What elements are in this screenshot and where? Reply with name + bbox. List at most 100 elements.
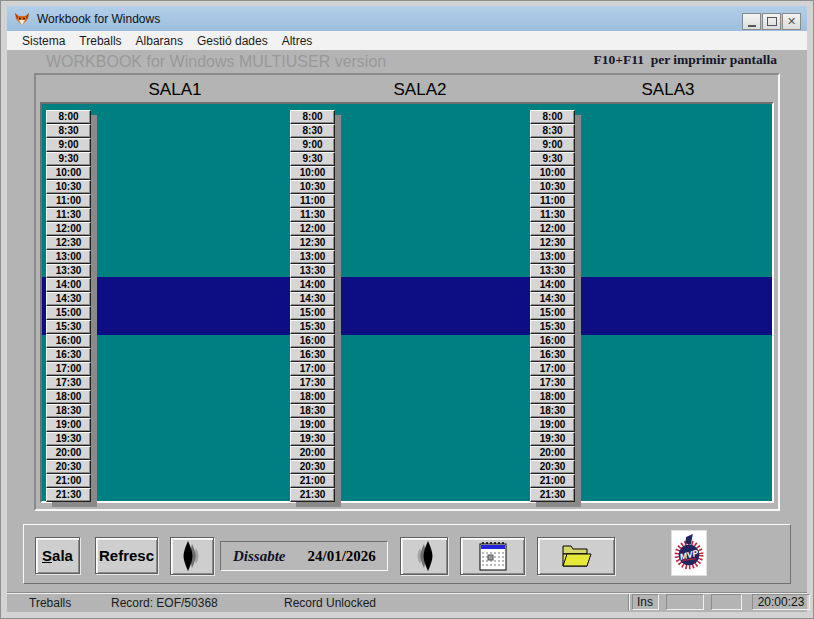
- time-slot-button[interactable]: 13:30: [530, 264, 575, 278]
- time-slot-button[interactable]: 15:30: [290, 320, 335, 334]
- time-slot-button[interactable]: 20:30: [530, 460, 575, 474]
- time-slot-button[interactable]: 15:30: [46, 320, 91, 334]
- maximize-button[interactable]: [762, 13, 781, 30]
- time-slot-button[interactable]: 16:00: [530, 334, 575, 348]
- refresc-button[interactable]: Refresc: [95, 537, 158, 574]
- time-slot-button[interactable]: 16:30: [290, 348, 335, 362]
- time-slot-button[interactable]: 11:00: [530, 194, 575, 208]
- time-slot-button[interactable]: 18:00: [530, 390, 575, 404]
- open-folder-button[interactable]: [537, 537, 615, 575]
- time-slot-button[interactable]: 17:30: [290, 376, 335, 390]
- time-slot-button[interactable]: 9:30: [290, 152, 335, 166]
- time-slot-button[interactable]: 9:30: [530, 152, 575, 166]
- previous-day-button[interactable]: [170, 537, 214, 575]
- time-slot-button[interactable]: 12:30: [46, 236, 91, 250]
- time-slot-button[interactable]: 12:30: [530, 236, 575, 250]
- time-slot-button[interactable]: 21:00: [530, 474, 575, 488]
- time-slot-button[interactable]: 11:30: [46, 208, 91, 222]
- time-slot-button[interactable]: 15:00: [530, 306, 575, 320]
- time-slot-button[interactable]: 10:30: [290, 180, 335, 194]
- time-slot-button[interactable]: 21:00: [290, 474, 335, 488]
- time-slot-button[interactable]: 8:30: [530, 124, 575, 138]
- time-slot-button[interactable]: 17:00: [290, 362, 335, 376]
- time-slot-button[interactable]: 20:00: [46, 446, 91, 460]
- time-slot-button[interactable]: 14:00: [290, 278, 335, 292]
- time-slot-button[interactable]: 17:00: [46, 362, 91, 376]
- time-slot-button[interactable]: 10:30: [46, 180, 91, 194]
- time-slot-button[interactable]: 14:00: [530, 278, 575, 292]
- time-slot-button[interactable]: 11:30: [290, 208, 335, 222]
- menu-item-treballs[interactable]: Treballs: [72, 34, 128, 48]
- prev-diamond-icon: [179, 541, 205, 571]
- app-version-text: WORKBOOK for Windows MULTIUSER version: [46, 53, 386, 71]
- time-slot-button[interactable]: 9:00: [530, 138, 575, 152]
- time-slot-button[interactable]: 15:00: [290, 306, 335, 320]
- time-slot-button[interactable]: 12:30: [290, 236, 335, 250]
- minimize-button[interactable]: [742, 13, 761, 30]
- time-slot-button[interactable]: 19:30: [290, 432, 335, 446]
- time-slot-button[interactable]: 8:00: [290, 110, 335, 124]
- time-slot-button[interactable]: 17:00: [530, 362, 575, 376]
- time-slot-button[interactable]: 20:00: [530, 446, 575, 460]
- time-slot-button[interactable]: 14:30: [46, 292, 91, 306]
- time-slot-button[interactable]: 10:30: [530, 180, 575, 194]
- time-slot-button[interactable]: 19:00: [290, 418, 335, 432]
- menu-item-gestió-dades[interactable]: Gestió dades: [190, 34, 275, 48]
- time-slot-button[interactable]: 18:30: [530, 404, 575, 418]
- time-slot-button[interactable]: 15:30: [530, 320, 575, 334]
- time-slot-button[interactable]: 16:30: [46, 348, 91, 362]
- time-slot-button[interactable]: 14:00: [46, 278, 91, 292]
- time-slot-button[interactable]: 10:00: [530, 166, 575, 180]
- time-slot-button[interactable]: 8:30: [46, 124, 91, 138]
- time-slot-button[interactable]: 16:30: [530, 348, 575, 362]
- time-slot-button[interactable]: 9:00: [46, 138, 91, 152]
- time-slot-button[interactable]: 14:30: [530, 292, 575, 306]
- sala-button[interactable]: Sala: [35, 537, 80, 574]
- time-slot-button[interactable]: 10:00: [290, 166, 335, 180]
- time-slot-button[interactable]: 17:30: [530, 376, 575, 390]
- time-slot-button[interactable]: 20:00: [290, 446, 335, 460]
- time-slot-button[interactable]: 11:00: [46, 194, 91, 208]
- time-slot-button[interactable]: 8:00: [530, 110, 575, 124]
- time-slot-button[interactable]: 13:30: [46, 264, 91, 278]
- time-slot-button[interactable]: 21:30: [290, 488, 335, 502]
- time-slot-button[interactable]: 21:00: [46, 474, 91, 488]
- time-slot-button[interactable]: 12:00: [46, 222, 91, 236]
- time-slot-button[interactable]: 18:00: [46, 390, 91, 404]
- time-slot-button[interactable]: 16:00: [290, 334, 335, 348]
- time-slot-button[interactable]: 11:00: [290, 194, 335, 208]
- time-slot-button[interactable]: 20:30: [290, 460, 335, 474]
- time-slot-button[interactable]: 19:30: [530, 432, 575, 446]
- time-slot-button[interactable]: 20:30: [46, 460, 91, 474]
- time-slot-button[interactable]: 19:00: [46, 418, 91, 432]
- menu-item-albarans[interactable]: Albarans: [129, 34, 190, 48]
- time-slot-button[interactable]: 8:00: [46, 110, 91, 124]
- time-slot-button[interactable]: 13:00: [530, 250, 575, 264]
- time-slot-button[interactable]: 15:00: [46, 306, 91, 320]
- time-slot-button[interactable]: 21:30: [46, 488, 91, 502]
- time-slot-button[interactable]: 18:30: [290, 404, 335, 418]
- time-slot-button[interactable]: 19:30: [46, 432, 91, 446]
- time-slot-button[interactable]: 18:00: [290, 390, 335, 404]
- time-slot-button[interactable]: 14:30: [290, 292, 335, 306]
- menu-item-sistema[interactable]: Sistema: [15, 34, 72, 48]
- time-slot-button[interactable]: 13:30: [290, 264, 335, 278]
- time-slot-button[interactable]: 19:00: [530, 418, 575, 432]
- time-slot-button[interactable]: 17:30: [46, 376, 91, 390]
- time-slot-button[interactable]: 18:30: [46, 404, 91, 418]
- time-slot-button[interactable]: 10:00: [46, 166, 91, 180]
- time-slot-button[interactable]: 8:30: [290, 124, 335, 138]
- close-button[interactable]: ✕: [782, 13, 801, 30]
- next-day-button[interactable]: [400, 537, 448, 575]
- time-slot-button[interactable]: 12:00: [530, 222, 575, 236]
- time-slot-button[interactable]: 21:30: [530, 488, 575, 502]
- time-slot-button[interactable]: 13:00: [46, 250, 91, 264]
- time-slot-button[interactable]: 9:00: [290, 138, 335, 152]
- time-slot-button[interactable]: 11:30: [530, 208, 575, 222]
- menu-item-altres[interactable]: Altres: [275, 34, 320, 48]
- time-slot-button[interactable]: 9:30: [46, 152, 91, 166]
- time-slot-button[interactable]: 13:00: [290, 250, 335, 264]
- time-slot-button[interactable]: 12:00: [290, 222, 335, 236]
- calendar-button[interactable]: [460, 537, 525, 575]
- time-slot-button[interactable]: 16:00: [46, 334, 91, 348]
